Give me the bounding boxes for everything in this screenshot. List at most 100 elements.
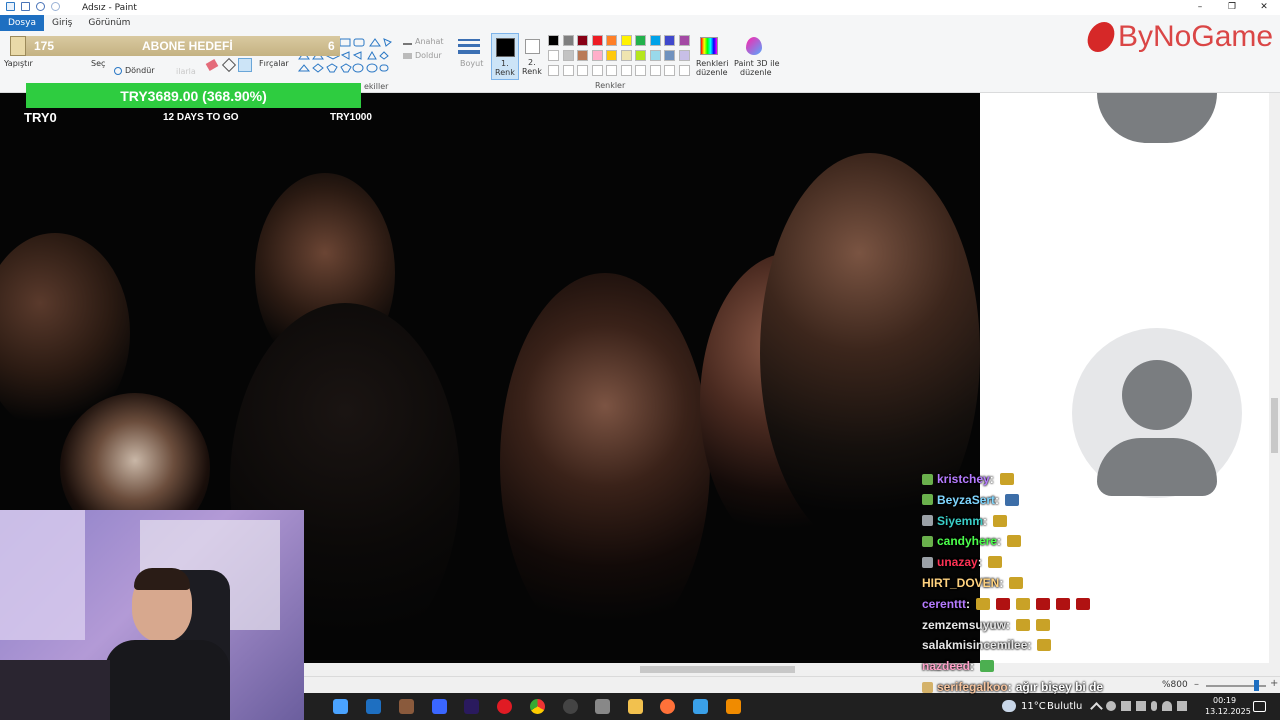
custom-color-slot[interactable]: [678, 65, 690, 76]
color-swatch[interactable]: [678, 35, 690, 46]
chat-message: unazay :: [922, 553, 1002, 571]
custom-color-slot[interactable]: [649, 65, 661, 76]
save-icon[interactable]: [21, 2, 30, 11]
redo-icon[interactable]: [51, 2, 60, 11]
color-swatch[interactable]: [606, 50, 617, 61]
paste-button[interactable]: Yapıştır: [4, 59, 33, 68]
close-button[interactable]: ✕: [1248, 0, 1280, 15]
size-button[interactable]: Boyut: [460, 59, 483, 68]
color-swatch[interactable]: [562, 50, 574, 61]
clock-time[interactable]: 00:19: [1213, 696, 1236, 705]
undo-icon[interactable]: [36, 2, 45, 11]
color-swatch[interactable]: [620, 35, 632, 46]
chevron-up-icon[interactable]: [1090, 702, 1103, 715]
paint3d-icon[interactable]: [746, 37, 762, 55]
outline-button[interactable]: Anahat: [415, 37, 444, 46]
app-icon[interactable]: [399, 699, 414, 714]
custom-color-slot[interactable]: [664, 65, 675, 76]
color-swatch[interactable]: [577, 35, 588, 46]
brushes-button[interactable]: Fırçalar: [259, 59, 289, 68]
zoom-plus-icon[interactable]: +: [1270, 678, 1278, 689]
color-swatch[interactable]: [664, 35, 675, 46]
start-icon[interactable]: [333, 699, 348, 714]
rotate-icon[interactable]: [114, 67, 122, 75]
tab-view[interactable]: Görünüm: [80, 15, 138, 31]
system-tray-icons[interactable]: [1090, 701, 1198, 715]
paint3d-label-1[interactable]: Paint 3D ile: [734, 59, 780, 68]
tab-home[interactable]: Giriş: [44, 15, 80, 31]
paint-taskbar-icon[interactable]: [595, 699, 610, 714]
color-swatch[interactable]: [620, 50, 632, 61]
color-swatch[interactable]: [591, 50, 603, 61]
fill-icon[interactable]: [403, 53, 412, 59]
outlook-icon[interactable]: [366, 699, 381, 714]
maximize-button[interactable]: ❐: [1216, 0, 1248, 15]
weather-temp[interactable]: 11°C: [1021, 701, 1046, 712]
speaker-icon[interactable]: [1177, 701, 1187, 711]
paste-icon[interactable]: [10, 36, 26, 56]
color-swatch[interactable]: [591, 35, 603, 46]
chat-emote-icon: [976, 597, 991, 610]
zoom-minus-icon[interactable]: –: [1194, 679, 1199, 690]
outline-icon[interactable]: [403, 39, 412, 45]
color-swatch[interactable]: [577, 50, 588, 61]
select-button[interactable]: Seç: [91, 59, 105, 68]
custom-color-slot[interactable]: [548, 65, 559, 76]
tab-file[interactable]: Dosya: [0, 15, 44, 31]
tray-app-icon[interactable]: [1106, 701, 1116, 711]
dropbox-icon[interactable]: [432, 699, 447, 714]
color-swatch[interactable]: [606, 35, 617, 46]
color-swatch[interactable]: [548, 50, 559, 61]
color-swatch[interactable]: [562, 35, 574, 46]
paint3d-label-2[interactable]: düzenle: [740, 68, 771, 77]
vertical-scroll-thumb[interactable]: [1271, 398, 1278, 453]
color-swatch[interactable]: [664, 50, 675, 61]
paint-app-icon: [6, 2, 15, 11]
color1-selector[interactable]: 1. Renk: [491, 33, 519, 80]
obs-icon[interactable]: [563, 699, 578, 714]
firefox-icon[interactable]: [660, 699, 675, 714]
notification-icon[interactable]: [1253, 701, 1266, 712]
edit-colors-label-2[interactable]: düzenle: [696, 68, 727, 77]
custom-color-slot[interactable]: [562, 65, 574, 76]
eraser-icon[interactable]: [205, 59, 219, 71]
weather-icon[interactable]: [1002, 700, 1016, 712]
weather-text[interactable]: Bulutlu: [1047, 701, 1082, 712]
webcam-person-hair: [134, 568, 190, 590]
network-icon[interactable]: [1121, 701, 1131, 711]
chrome-icon[interactable]: [530, 699, 545, 714]
rotate-button[interactable]: Döndür: [125, 66, 155, 75]
size-icon[interactable]: [458, 39, 480, 57]
volume-icon[interactable]: [1136, 701, 1146, 711]
color-swatch[interactable]: [649, 35, 661, 46]
custom-color-slot[interactable]: [635, 65, 646, 76]
minimize-button[interactable]: –: [1184, 0, 1216, 15]
webcam-feed: [0, 510, 304, 720]
color-swatch[interactable]: [678, 50, 690, 61]
color2-selector[interactable]: 2. Renk: [521, 33, 545, 80]
color-swatch[interactable]: [635, 35, 646, 46]
magnifier-icon[interactable]: [238, 58, 252, 72]
color-picker-icon[interactable]: [221, 57, 237, 73]
custom-color-slot[interactable]: [591, 65, 603, 76]
edit-colors-label-1[interactable]: Renkleri: [696, 59, 728, 68]
clock-date[interactable]: 13.12.2025: [1205, 707, 1251, 716]
fill-button[interactable]: Doldur: [415, 51, 442, 60]
vlc-icon[interactable]: [726, 699, 741, 714]
premiere-icon[interactable]: [464, 699, 479, 714]
color-swatch[interactable]: [635, 50, 646, 61]
custom-color-slot[interactable]: [620, 65, 632, 76]
custom-color-slot[interactable]: [577, 65, 588, 76]
file-explorer-icon[interactable]: [628, 699, 643, 714]
edit-colors-icon[interactable]: [700, 37, 718, 55]
wifi-icon[interactable]: [1162, 701, 1172, 711]
horizontal-scroll-thumb[interactable]: [640, 666, 795, 673]
opera-icon[interactable]: [497, 699, 512, 714]
color-swatch[interactable]: [649, 50, 661, 61]
color-swatch[interactable]: [548, 35, 559, 46]
photos-icon[interactable]: [693, 699, 708, 714]
vertical-scrollbar[interactable]: [1269, 93, 1280, 663]
zoom-slider-thumb[interactable]: [1254, 680, 1259, 691]
microphone-icon[interactable]: [1151, 701, 1157, 711]
custom-color-slot[interactable]: [606, 65, 617, 76]
